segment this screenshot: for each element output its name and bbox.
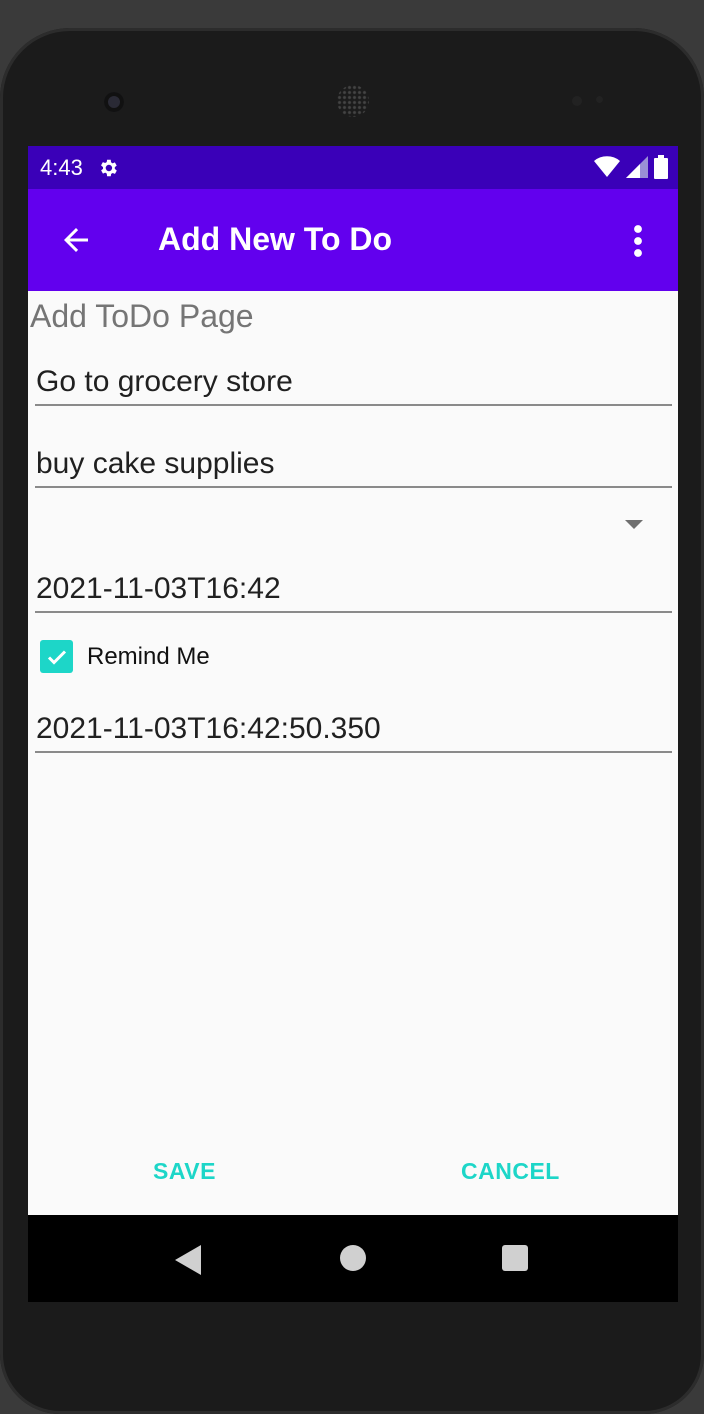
arrow-back-icon[interactable] [58,222,94,258]
due-date-input-value: 2021-11-03T16:42 [36,572,281,605]
earpiece-speaker [337,85,369,117]
cancel-button[interactable]: CANCEL [461,1158,560,1185]
checkmark-icon [47,649,66,665]
nav-recents-icon[interactable] [502,1245,528,1271]
category-dropdown[interactable] [35,498,671,548]
app-bar: Add New To Do [28,189,678,291]
reminder-time-input[interactable]: 2021-11-03T16:42:50.350 [35,709,672,753]
due-date-input[interactable]: 2021-11-03T16:42 [35,569,672,613]
title-input-value: Go to grocery store [36,365,293,398]
wifi-icon [594,156,620,177]
light-sensor [596,96,603,103]
status-icons [594,155,668,179]
remind-me-checkbox[interactable] [40,640,73,673]
more-vert-icon[interactable] [628,223,648,259]
front-camera [104,92,124,112]
status-bar: 4:43 [28,146,678,189]
proximity-sensor [572,96,582,106]
battery-icon [654,155,668,179]
description-input-value: buy cake supplies [36,447,275,480]
page-title: Add New To Do [158,221,393,257]
nav-back-icon[interactable] [175,1245,201,1275]
description-input[interactable]: buy cake supplies [35,444,672,488]
nav-home-icon[interactable] [340,1245,366,1271]
page-heading: Add ToDo Page [30,298,254,334]
save-button[interactable]: SAVE [153,1158,216,1185]
remind-me-label: Remind Me [87,642,210,670]
gear-icon [100,159,117,176]
phone-frame: 4:43 Add New To Do Add ToDo Page Go to g… [0,28,704,1414]
system-nav-bar [28,1215,678,1302]
title-input[interactable]: Go to grocery store [35,362,672,406]
remind-me-checkbox-row[interactable]: Remind Me [40,640,210,673]
screen: 4:43 Add New To Do Add ToDo Page Go to g… [28,146,678,1302]
signal-icon [626,156,648,178]
dropdown-arrow-icon [625,520,643,529]
reminder-time-input-value: 2021-11-03T16:42:50.350 [36,712,381,745]
status-time: 4:43 [40,154,83,180]
